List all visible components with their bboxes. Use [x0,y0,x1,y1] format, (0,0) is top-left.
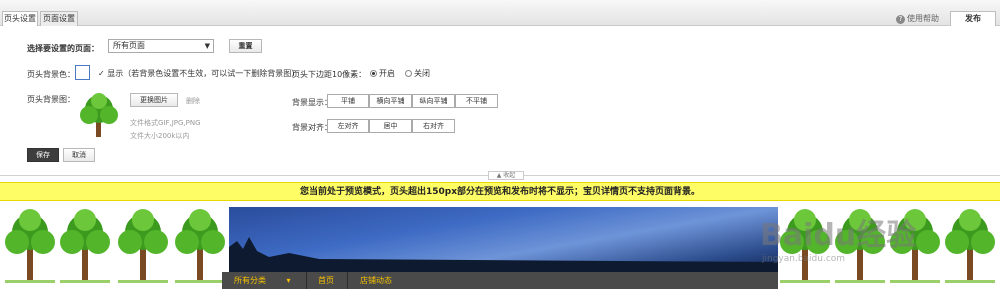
color-picker[interactable] [75,65,90,80]
save-button[interactable]: 保存 [27,148,59,162]
align-label: 背景对齐： [292,123,332,132]
publish-button[interactable]: 发布 [950,11,996,26]
size-hint: 文件大小200k以内 [130,132,190,140]
cancel-button[interactable]: 取消 [63,148,95,162]
show-color-text: 显示（若背景色设置不生效，可以试一下删除背景图） [107,69,300,78]
top-toolbar: 页头设置 页面设置 ? 使用帮助 发布 [0,0,1000,26]
chevron-down-icon: ▼ [204,42,210,50]
preview-notice: 您当前处于预览模式，页头超出150px部分在预览和发布时将不显示；宝贝详情页不支… [0,182,1000,201]
show-color-checkbox[interactable]: ✓ 显示（若背景色设置不生效，可以试一下删除背景图） [98,68,299,79]
nav-divider [347,272,348,289]
margin-off-radio[interactable]: 关闭 [405,68,430,79]
watermark-url: jingyan.baidu.com [762,254,846,264]
margin-label: 页头下边距10像素： [292,70,367,79]
bg-image-label: 页头背景图： [27,95,75,104]
bg-color-label: 页头背景色： [27,70,75,79]
header-preview: 所有分类 ▾ 首页 店铺动态 Baidu经验 jingyan.baidu.com [0,202,1000,296]
help-label: 使用帮助 [907,14,939,23]
radio-on-icon [370,70,377,77]
collapse-icon: ▲ [496,172,502,179]
radio-off-icon [405,70,412,77]
margin-on-radio[interactable]: 开启 [370,68,395,79]
help-link[interactable]: ? 使用帮助 [896,13,939,24]
collapse-label: 收起 [503,172,516,179]
shop-nav: 所有分类 ▾ 首页 店铺动态 [222,272,778,289]
watermark-logo: Baidu经验 [760,218,917,253]
align-right-option[interactable]: 右对齐 [412,119,455,133]
banner-silhouette [229,237,778,273]
reset-button[interactable]: 重置 [229,39,262,53]
nav-all-categories-label: 所有分类 [234,276,266,285]
collapse-button[interactable]: ▲ 收起 [488,171,524,180]
nav-shop-news[interactable]: 店铺动态 [360,272,392,289]
nav-divider [306,272,307,289]
change-image-button[interactable]: 更换图片 [130,93,178,107]
align-left-option[interactable]: 左对齐 [327,119,369,133]
delete-image-link[interactable]: 删除 [186,96,200,106]
tab-page-settings[interactable]: 页面设置 [40,11,78,26]
page-select-label: 选择要设置的页面： [27,44,99,53]
chevron-down-icon: ▾ [286,276,291,285]
banner-image [229,207,778,273]
display-option-no-repeat[interactable]: 不平铺 [455,94,498,108]
tab-header-settings[interactable]: 页头设置 [2,11,38,26]
display-option-tile[interactable]: 平铺 [327,94,369,108]
nav-home[interactable]: 首页 [318,272,334,289]
nav-all-categories[interactable]: 所有分类 ▾ [234,272,291,289]
page-select[interactable]: 所有页面 ▼ [108,39,214,53]
format-hint: 文件格式GIF,JPG,PNG [130,119,201,127]
display-option-tile-x[interactable]: 横向平铺 [369,94,412,108]
margin-off-label: 关闭 [414,69,430,78]
help-icon: ? [896,15,905,24]
align-center-option[interactable]: 居中 [369,119,412,133]
display-option-tile-y[interactable]: 纵向平铺 [412,94,455,108]
check-icon: ✓ [98,69,105,78]
bg-image-thumbnail [80,93,118,137]
margin-on-label: 开启 [379,69,395,78]
display-label: 背景显示： [292,98,332,107]
page-select-value: 所有页面 [113,41,145,50]
